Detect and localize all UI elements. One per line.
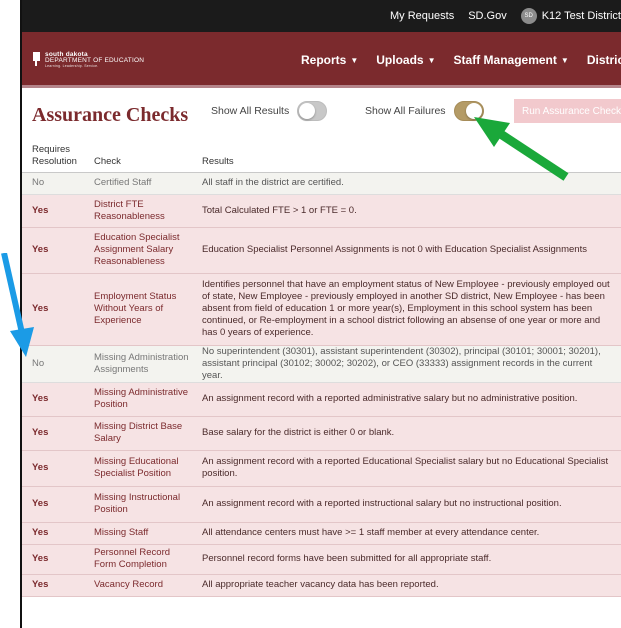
check-cell: Missing Educational Specialist Position bbox=[88, 450, 196, 487]
table-row: Yes Personnel Record Form Completion Per… bbox=[22, 544, 621, 575]
check-cell: Missing Staff bbox=[88, 522, 196, 545]
requires-cell: Yes bbox=[22, 574, 88, 597]
result-cell: An assignment record with a reported adm… bbox=[196, 382, 621, 417]
toggle-knob bbox=[299, 103, 316, 119]
green-arrow-annotation bbox=[474, 117, 569, 181]
show-all-results-group: Show All Results bbox=[211, 101, 328, 121]
result-cell: All attendance centers must have >= 1 st… bbox=[196, 522, 621, 545]
check-cell: Personnel Record Form Completion bbox=[88, 544, 196, 575]
requires-cell: Yes bbox=[22, 382, 88, 417]
show-all-failures-label: Show All Failures bbox=[365, 105, 446, 117]
nav-menu: Reports ▼ Uploads ▼ Staff Management ▼ Dist… bbox=[301, 32, 621, 88]
table-row: Yes Employment Status Without Years of E… bbox=[22, 273, 621, 346]
result-cell: Total Calculated FTE > 1 or FTE = 0. bbox=[196, 194, 621, 228]
user-menu[interactable]: SD K12 Test District bbox=[520, 8, 621, 24]
table-row: Yes Missing Staff All attendance centers… bbox=[22, 522, 621, 545]
show-all-results-toggle[interactable] bbox=[297, 101, 328, 121]
check-cell: District FTE Reasonableness bbox=[88, 194, 196, 228]
logo-line-3: Learning. Leadership. Service. bbox=[45, 64, 99, 68]
requires-cell: Yes bbox=[22, 450, 88, 487]
check-cell: Certified Staff bbox=[88, 172, 196, 195]
assurance-checks-table: Requires Resolution Check Results No Cer… bbox=[22, 138, 621, 597]
result-cell: No superintendent (30301), assistant sup… bbox=[196, 345, 621, 383]
table-row: No Missing Administration Assignments No… bbox=[22, 345, 621, 383]
nav-district-information[interactable]: District Information▼ bbox=[587, 53, 621, 67]
table-row: Yes Missing Educational Specialist Posit… bbox=[22, 450, 621, 487]
main-navbar: south dakota DEPARTMENT OF EDUCATION Lea… bbox=[22, 32, 621, 88]
table-row: Yes Vacancy Record All appropriate teach… bbox=[22, 574, 621, 597]
check-cell: Vacancy Record bbox=[88, 574, 196, 597]
table-row: Yes District FTE Reasonableness Total Ca… bbox=[22, 194, 621, 228]
blue-arrow-annotation bbox=[1, 253, 34, 357]
table-row: Yes Missing Instructional Position An as… bbox=[22, 486, 621, 523]
requires-cell: Yes bbox=[22, 194, 88, 228]
nav-staff-management-label: Staff Management bbox=[453, 53, 557, 67]
chevron-down-icon: ▼ bbox=[350, 55, 359, 65]
requires-cell: Yes bbox=[22, 522, 88, 545]
nav-district-information-label: District Information bbox=[586, 53, 621, 67]
show-all-results-label: Show All Results bbox=[211, 105, 290, 117]
chevron-down-icon: ▼ bbox=[560, 55, 569, 65]
my-requests-link[interactable]: My Requests bbox=[390, 10, 454, 22]
show-all-failures-group: Show All Failures bbox=[365, 101, 484, 121]
browser-viewport: My Requests SD.Gov SD K12 Test District … bbox=[22, 0, 621, 628]
header-requires-resolution: Requires Resolution bbox=[22, 138, 88, 173]
table-row: Yes Missing Administrative Position An a… bbox=[22, 382, 621, 417]
sd-doe-logo[interactable]: south dakota DEPARTMENT OF EDUCATION Lea… bbox=[32, 51, 144, 69]
page-title: Assurance Checks bbox=[32, 104, 189, 126]
state-outline-icon bbox=[33, 52, 40, 66]
header-check: Check bbox=[88, 138, 196, 173]
check-cell: Missing Administrative Position bbox=[88, 382, 196, 417]
result-cell: An assignment record with a reported ins… bbox=[196, 486, 621, 523]
requires-cell: No bbox=[22, 172, 88, 195]
nav-reports[interactable]: Reports ▼ bbox=[301, 53, 358, 67]
result-cell: Base salary for the district is either 0… bbox=[196, 416, 621, 451]
top-utility-bar: My Requests SD.Gov SD K12 Test District bbox=[22, 0, 621, 32]
table-row: Yes Missing District Base Salary Base sa… bbox=[22, 416, 621, 451]
avatar: SD bbox=[520, 8, 537, 24]
result-cell: Identifies personnel that have an employ… bbox=[196, 273, 621, 346]
sd-gov-link[interactable]: SD.Gov bbox=[468, 10, 507, 22]
check-cell: Missing Instructional Position bbox=[88, 486, 196, 523]
result-cell: Education Specialist Personnel Assignmen… bbox=[196, 227, 621, 274]
nav-uploads-label: Uploads bbox=[376, 53, 424, 67]
nav-reports-label: Reports bbox=[301, 53, 347, 67]
result-cell: All appropriate teacher vacancy data has… bbox=[196, 574, 621, 597]
requires-cell: Yes bbox=[22, 486, 88, 523]
check-cell: Missing District Base Salary bbox=[88, 416, 196, 451]
requires-cell: Yes bbox=[22, 544, 88, 575]
requires-cell: Yes bbox=[22, 416, 88, 451]
nav-staff-management[interactable]: Staff Management ▼ bbox=[454, 53, 569, 67]
result-cell: Personnel record forms have been submitt… bbox=[196, 544, 621, 575]
table-row: Yes Education Specialist Assignment Sala… bbox=[22, 227, 621, 274]
logo-text: south dakota DEPARTMENT OF EDUCATION Lea… bbox=[45, 51, 144, 69]
check-cell: Missing Administration Assignments bbox=[88, 345, 196, 383]
check-cell: Education Specialist Assignment Salary R… bbox=[88, 227, 196, 274]
chevron-down-icon: ▼ bbox=[427, 55, 436, 65]
result-cell: An assignment record with a reported Edu… bbox=[196, 450, 621, 487]
nav-uploads[interactable]: Uploads ▼ bbox=[376, 53, 435, 67]
user-name: K12 Test District bbox=[541, 10, 621, 22]
check-cell: Employment Status Without Years of Exper… bbox=[88, 273, 196, 346]
